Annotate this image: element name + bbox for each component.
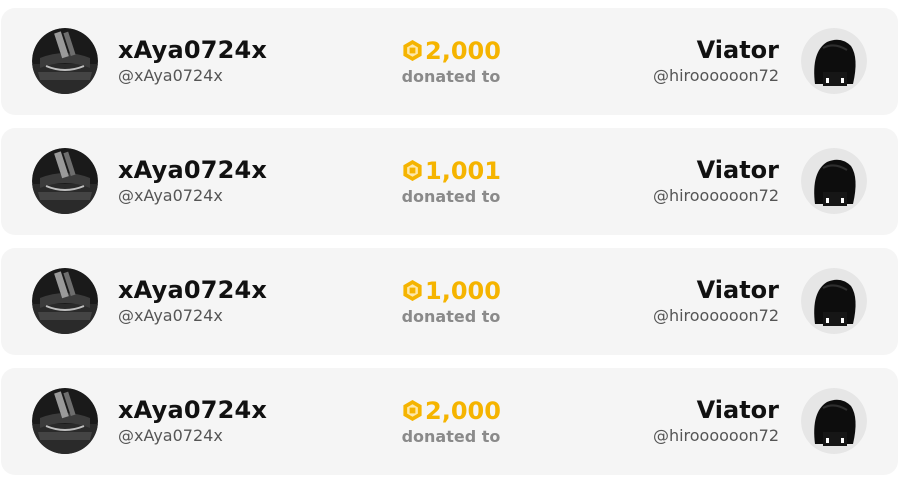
recipient-display-name[interactable]: Viator bbox=[697, 396, 779, 424]
donor-display-name[interactable]: xAya0724x bbox=[118, 36, 267, 64]
amount-value: 1,001 bbox=[425, 157, 501, 185]
donation-row: xAya0724x @xAya0724x 2,000 donated to Vi… bbox=[1, 8, 898, 115]
donation-amount: 2,000 bbox=[381, 397, 521, 425]
robux-icon bbox=[401, 159, 424, 182]
recipient-handle: @hiroooooon72 bbox=[652, 186, 779, 205]
recipient-avatar[interactable] bbox=[801, 28, 867, 94]
recipient-display-name[interactable]: Viator bbox=[697, 36, 779, 64]
donor-avatar[interactable] bbox=[32, 148, 98, 214]
recipient-display-name[interactable]: Viator bbox=[697, 156, 779, 184]
robux-icon bbox=[401, 399, 424, 422]
donation-amount: 2,000 bbox=[381, 37, 521, 65]
recipient-display-name[interactable]: Viator bbox=[697, 276, 779, 304]
donation-row: xAya0724x @xAya0724x 2,000 donated to Vi… bbox=[1, 368, 898, 475]
donation-amount: 1,001 bbox=[381, 157, 521, 185]
donation-feed: xAya0724x @xAya0724x 2,000 donated to Vi… bbox=[0, 0, 899, 481]
donation-row: xAya0724x @xAya0724x 1,000 donated to Vi… bbox=[1, 248, 898, 355]
donor-display-name[interactable]: xAya0724x bbox=[118, 396, 267, 424]
donated-to-label: donated to bbox=[401, 307, 501, 326]
donor-avatar[interactable] bbox=[32, 268, 98, 334]
recipient-handle: @hiroooooon72 bbox=[652, 306, 779, 325]
recipient-avatar[interactable] bbox=[801, 268, 867, 334]
donor-handle: @xAya0724x bbox=[118, 66, 223, 85]
donor-handle: @xAya0724x bbox=[118, 426, 223, 445]
donor-display-name[interactable]: xAya0724x bbox=[118, 156, 267, 184]
recipient-avatar[interactable] bbox=[801, 388, 867, 454]
donor-handle: @xAya0724x bbox=[118, 186, 223, 205]
robux-icon bbox=[401, 279, 424, 302]
recipient-handle: @hiroooooon72 bbox=[652, 66, 779, 85]
donated-to-label: donated to bbox=[401, 427, 501, 446]
recipient-avatar[interactable] bbox=[801, 148, 867, 214]
amount-value: 2,000 bbox=[425, 397, 501, 425]
donor-avatar[interactable] bbox=[32, 388, 98, 454]
amount-value: 2,000 bbox=[425, 37, 501, 65]
donation-row: xAya0724x @xAya0724x 1,001 donated to Vi… bbox=[1, 128, 898, 235]
donor-avatar[interactable] bbox=[32, 28, 98, 94]
donated-to-label: donated to bbox=[401, 67, 501, 86]
donated-to-label: donated to bbox=[401, 187, 501, 206]
recipient-handle: @hiroooooon72 bbox=[652, 426, 779, 445]
robux-icon bbox=[401, 39, 424, 62]
donation-amount: 1,000 bbox=[381, 277, 521, 305]
donor-display-name[interactable]: xAya0724x bbox=[118, 276, 267, 304]
amount-value: 1,000 bbox=[425, 277, 501, 305]
donor-handle: @xAya0724x bbox=[118, 306, 223, 325]
